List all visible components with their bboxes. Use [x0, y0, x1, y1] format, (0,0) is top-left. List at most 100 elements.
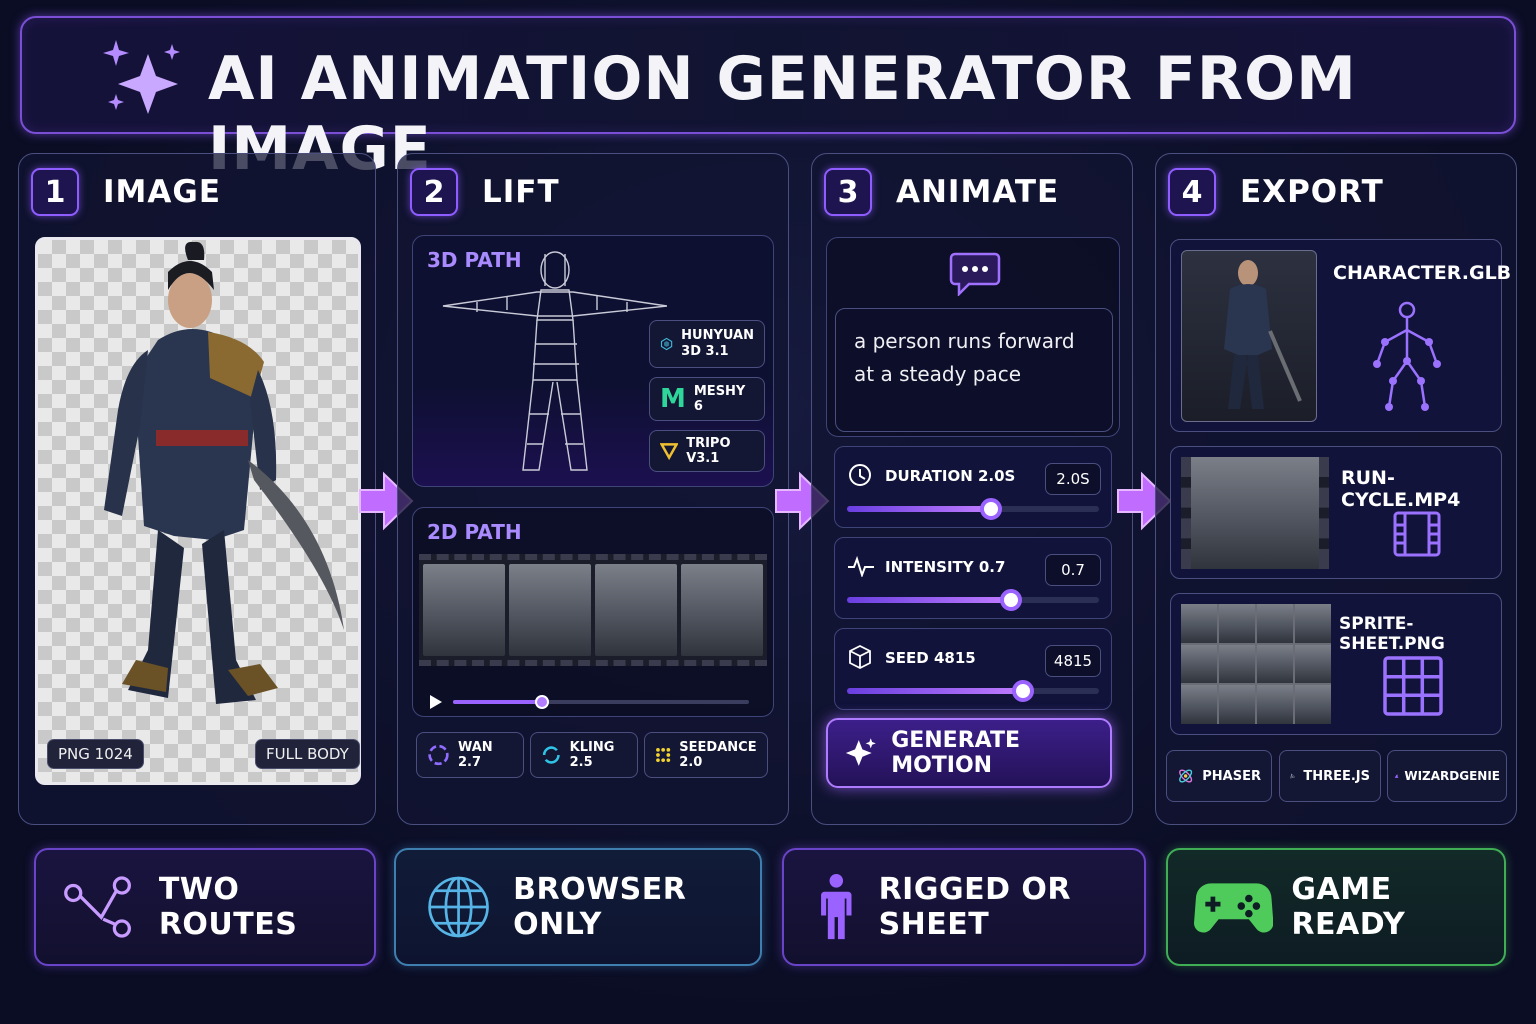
intensity-slider[interactable]: [847, 589, 1099, 611]
play-icon[interactable]: [429, 694, 443, 710]
wireframe-model: [442, 251, 667, 471]
model-name: KLING 2.5: [569, 740, 615, 770]
export-sprite-card[interactable]: SPRITE-SHEET.PNG: [1170, 593, 1502, 735]
meshy-icon: M: [660, 384, 686, 414]
slider-knob[interactable]: [979, 498, 1002, 520]
tripo-icon: [660, 443, 679, 461]
slider-knob[interactable]: [999, 589, 1022, 611]
video-progress-track[interactable]: [453, 695, 749, 709]
slider-label: SEED 4815: [885, 649, 976, 667]
duration-slider[interactable]: [847, 498, 1099, 520]
phaser-icon: [1179, 769, 1193, 783]
step-number: 2: [410, 168, 458, 216]
seed-slider[interactable]: [847, 680, 1099, 702]
feature-game-ready: GAME READY: [1166, 848, 1506, 966]
slider-fill: [847, 688, 1024, 694]
engine-phaser[interactable]: PHASER: [1166, 750, 1272, 802]
feature-label: RIGGED OR SHEET: [878, 872, 1072, 942]
generate-motion-button[interactable]: GENERATE MOTION: [826, 718, 1112, 788]
character-figure: [104, 241, 344, 704]
model-seedance[interactable]: SEEDANCE 2.0: [644, 732, 768, 778]
wan-icon: [428, 744, 449, 766]
seed-value-field[interactable]: 4815: [1045, 645, 1101, 677]
intensity-value-field[interactable]: 0.7: [1045, 554, 1101, 586]
chat-icon: [949, 252, 1001, 296]
step-title: ANIMATE: [896, 174, 1060, 210]
engine-wizardgenie[interactable]: WIZARDGENIE: [1387, 750, 1507, 802]
video-still: [1191, 457, 1319, 569]
sprite-frame: [1257, 685, 1293, 724]
film-icon: [1393, 511, 1441, 557]
sprite-frame: [1295, 604, 1331, 643]
export-mp4-card[interactable]: RUN-CYCLE.MP4: [1170, 446, 1502, 579]
sprite-frame: [1295, 644, 1331, 684]
grid-icon: [1383, 656, 1443, 716]
engine-threejs[interactable]: THREE.JS: [1279, 750, 1381, 802]
export-glb-card[interactable]: CHARACTER.GLB: [1170, 239, 1511, 432]
2d-path-card: 2D PATH: [412, 507, 774, 717]
gamepad-icon: [1194, 883, 1274, 933]
engine-name: PHASER: [1202, 768, 1261, 784]
slider-label: INTENSITY 0.7: [885, 558, 1006, 576]
video-thumbnail: [1181, 457, 1329, 569]
export-file-name: RUN-CYCLE.MP4: [1341, 467, 1461, 511]
3d-path-card: 3D PATH HUNYUAN 3D 3.1 M MESHY 6 TRIPO V3…: [412, 235, 774, 487]
slider-knob[interactable]: [1012, 680, 1035, 702]
model-tripo[interactable]: TRIPO V3.1: [649, 430, 765, 472]
sparkles-icon: [103, 40, 180, 114]
step-title: IMAGE: [103, 174, 221, 210]
model-hunyuan[interactable]: HUNYUAN 3D 3.1: [649, 320, 765, 368]
model-name-line1: HUNYUAN: [681, 328, 754, 343]
duration-value-field[interactable]: 2.0S: [1045, 463, 1101, 495]
globe-icon: [428, 876, 489, 938]
threejs-icon: [1290, 773, 1296, 779]
seedance-icon: [656, 747, 671, 763]
route-icon: [64, 876, 131, 938]
character-thumb-figure: [1224, 260, 1302, 409]
video-frame: [595, 564, 677, 656]
video-progress-fill: [453, 700, 542, 704]
sprite-frame: [1219, 685, 1255, 724]
sprite-frame: [1295, 685, 1331, 724]
sprite-frame: [1257, 644, 1293, 684]
step-animate-panel: 3 ANIMATE a person runs forward at a ste…: [811, 153, 1133, 825]
slider-label: DURATION 2.0S: [885, 467, 1016, 485]
step-number: 1: [31, 168, 79, 216]
sprite-frame: [1257, 604, 1293, 643]
model-name: WAN 2.7: [457, 740, 493, 770]
sprite-frame: [1181, 604, 1217, 643]
model-kling[interactable]: KLING 2.5: [530, 732, 638, 778]
feature-label: BROWSER ONLY: [513, 872, 687, 942]
feature-browser-only: BROWSER ONLY: [394, 848, 762, 966]
feature-rigged-or-sheet: RIGGED OR SHEET: [782, 848, 1146, 966]
step-title: LIFT: [482, 174, 560, 210]
prompt-card: a person runs forward at a steady pace: [826, 237, 1120, 437]
feature-label: TWO ROUTES: [158, 872, 298, 942]
wizard-hat-icon: [1394, 774, 1399, 778]
kling-icon: [542, 746, 560, 764]
2d-path-label: 2D PATH: [427, 520, 522, 544]
person-icon: [821, 874, 852, 940]
generate-label: GENERATE MOTION: [891, 728, 1021, 778]
video-frame: [509, 564, 591, 656]
video-progress-knob[interactable]: [534, 695, 549, 709]
format-badge: PNG 1024: [47, 739, 144, 769]
sprite-frame: [1219, 604, 1255, 643]
video-frame: [681, 564, 763, 656]
model-meshy[interactable]: M MESHY 6: [649, 377, 765, 421]
step-image-panel: 1 IMAGE PNG 1024 FULL BODY: [18, 153, 376, 825]
intensity-slider-card: INTENSITY 0.7 0.7: [834, 537, 1112, 619]
prompt-text: a person runs forward at a steady pace: [854, 329, 1075, 386]
header-bar: AI ANIMATION GENERATOR FROM IMAGE: [20, 16, 1516, 184]
model-wan[interactable]: WAN 2.7: [416, 732, 524, 778]
character-thumbnail: [1181, 250, 1317, 422]
step-number: 4: [1168, 168, 1216, 216]
prompt-textarea[interactable]: a person runs forward at a steady pace: [835, 308, 1113, 432]
video-filmstrip[interactable]: [419, 554, 767, 666]
feature-label: GAME READY: [1291, 872, 1406, 942]
export-file-name: SPRITE-SHEET.PNG: [1339, 614, 1445, 654]
model-name-line2: 3D 3.1: [681, 344, 729, 359]
uploaded-image[interactable]: [35, 237, 361, 785]
slider-fill: [847, 597, 1011, 603]
seed-slider-card: SEED 4815 4815: [834, 628, 1112, 710]
